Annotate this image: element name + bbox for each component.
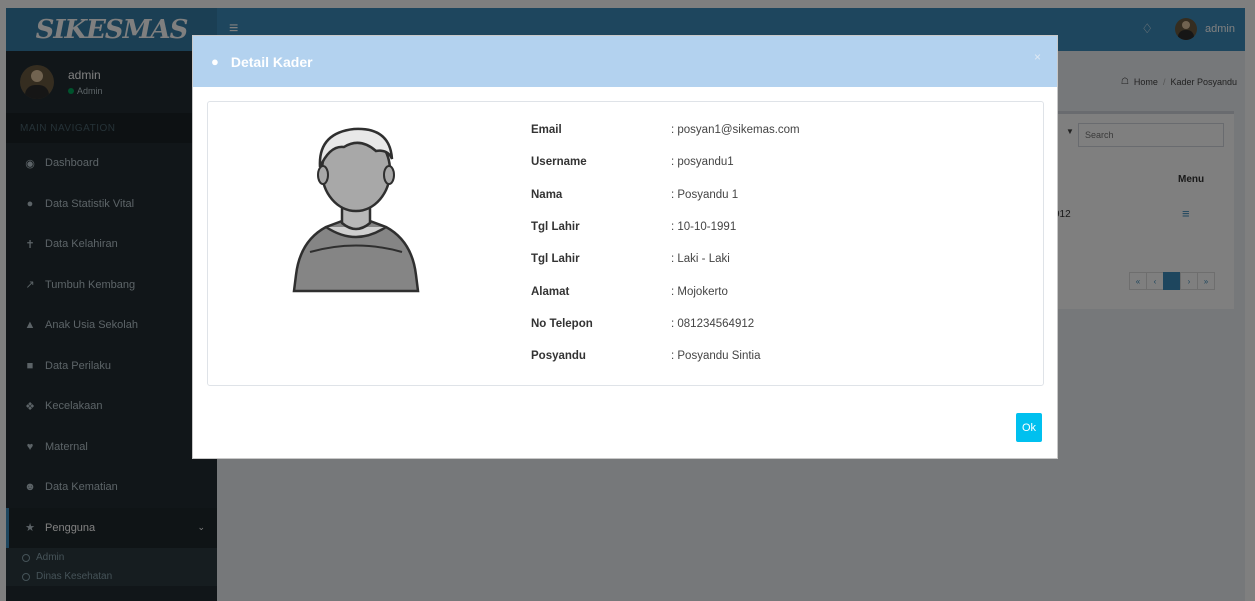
detail-row-alamat: Alamat : Mojokerto [531, 275, 800, 307]
detail-value: : 10-10-1991 [671, 221, 737, 234]
detail-value: : Laki - Laki [671, 253, 730, 266]
detail-list: Email : posyan1@sikemas.com Username : p… [531, 114, 800, 372]
user-avatar-placeholder [292, 127, 420, 293]
detail-row-username: Username : posyandu1 [531, 146, 800, 178]
detail-row-tgl-lahir: Tgl Lahir : 10-10-1991 [531, 211, 800, 243]
detail-row-posyandu: Posyandu : Posyandu Sintia [531, 340, 800, 372]
ok-button[interactable]: Ok [1016, 413, 1042, 442]
detail-value: : posyan1@sikemas.com [671, 124, 800, 137]
detail-label: Alamat [531, 285, 570, 298]
modal-header: ● Detail Kader [193, 36, 1057, 87]
detail-row-nama: Nama : Posyandu 1 [531, 179, 800, 211]
detail-value: : Posyandu 1 [671, 188, 739, 201]
detail-value: : posyandu1 [671, 156, 734, 169]
detail-label: Username [531, 156, 587, 169]
detail-row-no-telepon: No Telepon : 081234564912 [531, 308, 800, 340]
modal-title: Detail Kader [230, 53, 313, 70]
user-icon: ● [211, 54, 219, 69]
detail-value: : Mojokerto [671, 285, 728, 298]
detail-label: Tgl Lahir [531, 221, 580, 234]
detail-value: : 081234564912 [671, 317, 755, 330]
detail-label: Email [531, 124, 562, 137]
detail-kader-modal: ● Detail Kader × Email : posyan1@sikemas… [192, 35, 1058, 459]
detail-label: Posyandu [531, 350, 586, 363]
detail-label: No Telepon [531, 317, 593, 330]
detail-label: Tgl Lahir [531, 253, 580, 266]
detail-row-gender: Tgl Lahir : Laki - Laki [531, 243, 800, 275]
kader-detail-card: Email : posyan1@sikemas.com Username : p… [207, 101, 1044, 386]
detail-row-email: Email : posyan1@sikemas.com [531, 114, 800, 146]
close-icon[interactable]: × [1034, 50, 1041, 64]
detail-label: Nama [531, 188, 563, 201]
detail-value: : Posyandu Sintia [671, 350, 761, 363]
